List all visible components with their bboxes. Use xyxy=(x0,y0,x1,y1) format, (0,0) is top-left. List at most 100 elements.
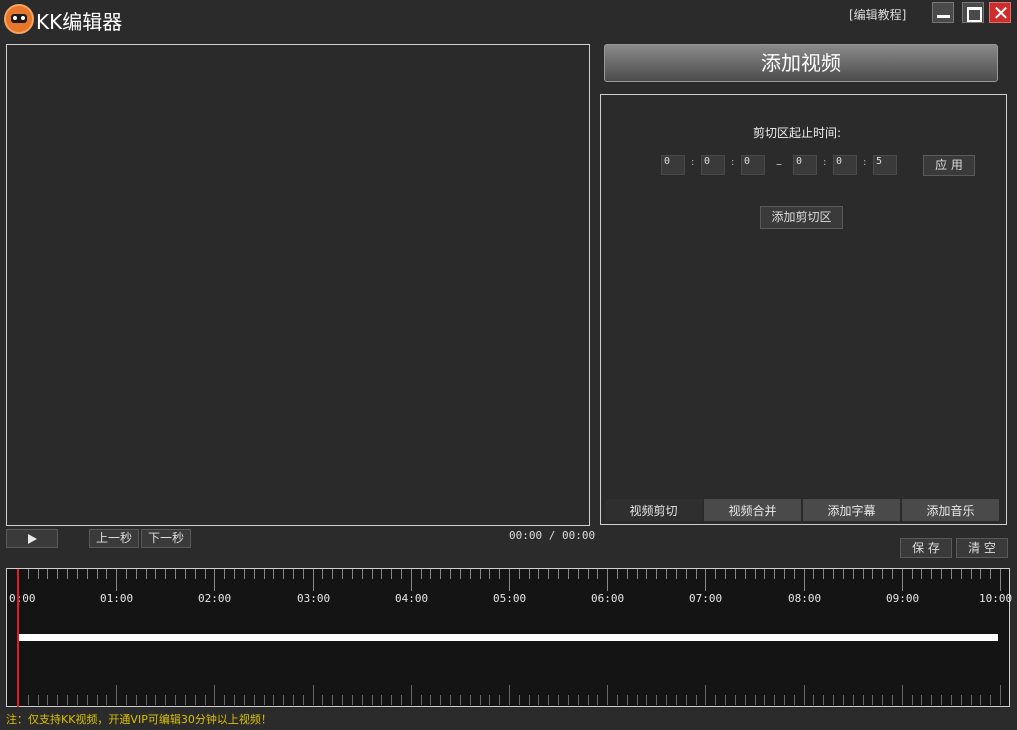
apply-button[interactable]: 应 用 xyxy=(923,155,975,176)
tab-video-cut[interactable]: 视频剪切 xyxy=(604,498,703,522)
ruler-minor-tick xyxy=(735,695,736,705)
ruler-minor-tick xyxy=(538,695,539,705)
play-button[interactable] xyxy=(6,529,58,548)
next-second-button[interactable]: 下一秒 xyxy=(141,529,191,548)
ruler-major-tick xyxy=(509,685,510,705)
ruler-major-tick xyxy=(313,569,314,591)
ruler-minor-tick xyxy=(362,695,363,705)
tab-add-subtitle[interactable]: 添加字幕 xyxy=(802,498,901,522)
ruler-minor-tick xyxy=(28,569,29,579)
ruler-minor-tick xyxy=(745,569,746,579)
ruler-minor-tick xyxy=(882,695,883,705)
ruler-minor-tick xyxy=(38,569,39,579)
tab-video-merge[interactable]: 视频合并 xyxy=(703,498,802,522)
end-hour-field[interactable]: 0 xyxy=(793,155,817,175)
ruler-minor-tick xyxy=(440,569,441,579)
ruler-minor-tick xyxy=(47,695,48,705)
ruler-minor-tick xyxy=(588,695,589,705)
ruler-minor-tick xyxy=(696,695,697,705)
ruler-minor-tick xyxy=(480,695,481,705)
ruler-minor-tick xyxy=(362,569,363,579)
tab-add-music[interactable]: 添加音乐 xyxy=(901,498,1000,522)
ruler-minor-tick xyxy=(87,569,88,579)
time-display: 00:00 / 00:00 xyxy=(509,529,596,542)
save-button[interactable]: 保 存 xyxy=(900,538,952,558)
ruler-time-label: 02:00 xyxy=(198,592,232,605)
ruler-minor-tick xyxy=(853,695,854,705)
ruler-minor-tick xyxy=(676,569,677,579)
ruler-minor-tick xyxy=(283,695,284,705)
ruler-minor-tick xyxy=(529,695,530,705)
prev-second-button[interactable]: 上一秒 xyxy=(89,529,139,548)
ruler-minor-tick xyxy=(686,695,687,705)
ruler-minor-tick xyxy=(627,569,628,579)
end-minute-field[interactable]: 0 xyxy=(833,155,857,175)
ruler-time-label: 01:00 xyxy=(100,592,134,605)
ruler-minor-tick xyxy=(264,569,265,579)
ruler-minor-tick xyxy=(931,569,932,579)
ruler-major-tick xyxy=(804,569,805,591)
ruler-minor-tick xyxy=(165,695,166,705)
end-second-field[interactable]: 5 xyxy=(873,155,897,175)
ruler-minor-tick xyxy=(303,569,304,579)
start-second-field[interactable]: 0 xyxy=(741,155,765,175)
video-track[interactable] xyxy=(19,634,998,641)
ruler-minor-tick xyxy=(244,695,245,705)
ruler-minor-tick xyxy=(558,569,559,579)
ruler-minor-tick xyxy=(568,569,569,579)
colon-separator: : xyxy=(823,157,827,168)
start-minute-field[interactable]: 0 xyxy=(701,155,725,175)
ruler-minor-tick xyxy=(912,695,913,705)
app-logo-icon xyxy=(4,4,34,34)
ruler-minor-tick xyxy=(293,695,294,705)
ruler-minor-tick xyxy=(175,695,176,705)
maximize-button[interactable] xyxy=(962,2,984,23)
ruler-minor-tick xyxy=(381,695,382,705)
ruler-minor-tick xyxy=(784,695,785,705)
ruler-minor-tick xyxy=(617,569,618,579)
ruler-minor-tick xyxy=(519,695,520,705)
ruler-minor-tick xyxy=(617,695,618,705)
add-video-button[interactable]: 添加视频 xyxy=(604,44,998,82)
ruler-minor-tick xyxy=(136,569,137,579)
ruler-minor-tick xyxy=(440,695,441,705)
ruler-minor-tick xyxy=(597,569,598,579)
ruler-minor-tick xyxy=(303,695,304,705)
ruler-minor-tick xyxy=(372,695,373,705)
ruler-minor-tick xyxy=(637,695,638,705)
minimize-button[interactable] xyxy=(932,2,954,23)
ruler-minor-tick xyxy=(774,569,775,579)
ruler-minor-tick xyxy=(971,695,972,705)
add-cut-region-button[interactable]: 添加剪切区 xyxy=(760,206,843,229)
ruler-time-label: 0:00 xyxy=(9,592,36,605)
ruler-minor-tick xyxy=(921,695,922,705)
ruler-minor-tick xyxy=(205,695,206,705)
ruler-major-tick xyxy=(411,685,412,705)
ruler-minor-tick xyxy=(322,695,323,705)
ruler-minor-tick xyxy=(951,569,952,579)
ruler-minor-tick xyxy=(283,569,284,579)
tutorial-link[interactable]: [编辑教程] xyxy=(849,6,906,23)
close-button[interactable]: ✕ xyxy=(989,1,1011,25)
start-hour-field[interactable]: 0 xyxy=(661,155,685,175)
ruler-minor-tick xyxy=(391,569,392,579)
ruler-minor-tick xyxy=(646,569,647,579)
ruler-major-tick xyxy=(509,569,510,591)
ruler-minor-tick xyxy=(666,695,667,705)
ruler-minor-tick xyxy=(342,569,343,579)
ruler-minor-tick xyxy=(961,695,962,705)
ruler-minor-tick xyxy=(656,695,657,705)
ruler-minor-tick xyxy=(833,569,834,579)
ruler-minor-tick xyxy=(980,695,981,705)
ruler-minor-tick xyxy=(676,695,677,705)
ruler-minor-tick xyxy=(538,569,539,579)
ruler-minor-tick xyxy=(106,569,107,579)
ruler-major-tick xyxy=(902,569,903,591)
ruler-minor-tick xyxy=(529,569,530,579)
ruler-minor-tick xyxy=(961,569,962,579)
ruler-minor-tick xyxy=(401,695,402,705)
ruler-minor-tick xyxy=(696,569,697,579)
playhead[interactable] xyxy=(17,569,19,707)
clear-button[interactable]: 清 空 xyxy=(956,538,1008,558)
ruler-minor-tick xyxy=(558,695,559,705)
